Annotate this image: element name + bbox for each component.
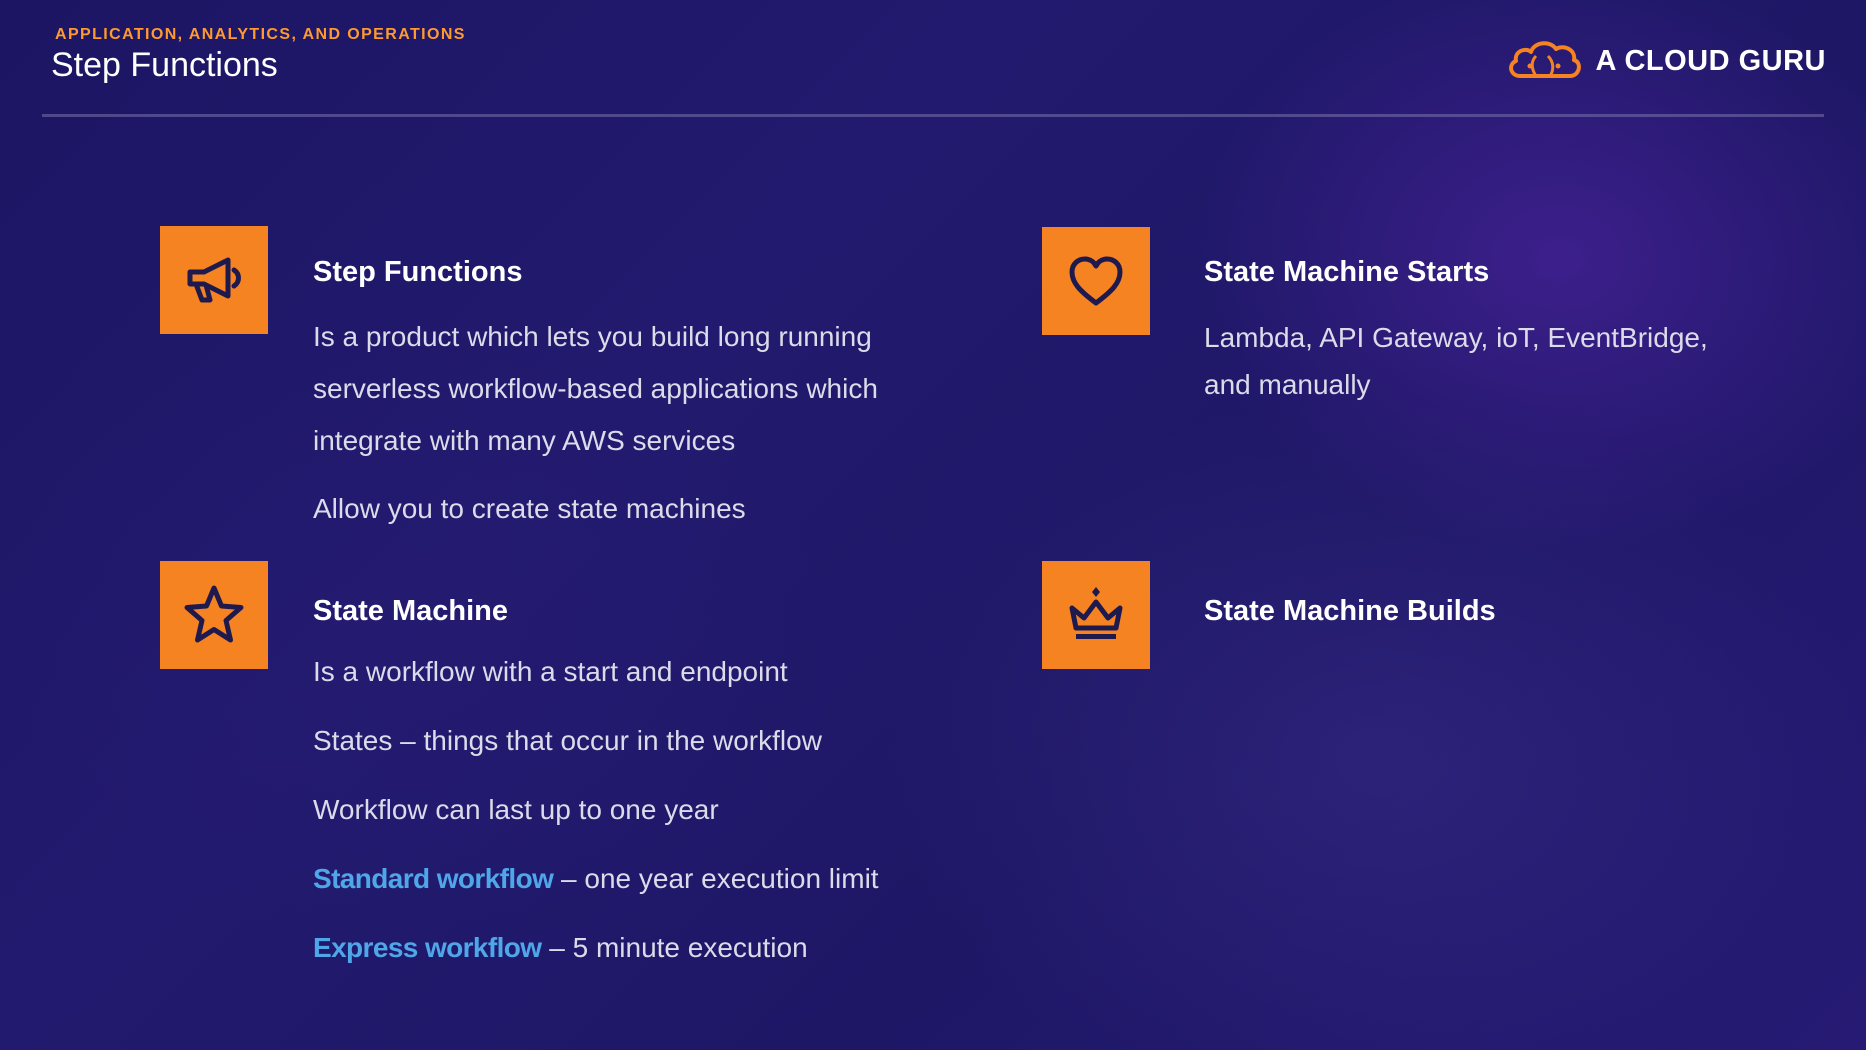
- description-line: integrate with many AWS services: [313, 425, 736, 456]
- description-line: and manually: [1204, 369, 1371, 400]
- state-machine-starts-heading: State Machine Starts: [1204, 256, 1490, 288]
- state-machine-item: Is a workflow with a start and endpoint: [313, 656, 788, 687]
- state-machine-heading: State Machine: [313, 595, 508, 627]
- cloud-logo-icon: [1506, 36, 1582, 87]
- section-eyebrow: APPLICATION, ANALYTICS, AND OPERATIONS: [55, 26, 466, 43]
- state-machine-starts-description: Lambda, API Gateway, ioT, EventBridge, a…: [1204, 314, 1708, 408]
- step-functions-description: Is a product which lets you build long r…: [313, 311, 878, 467]
- brand-name: A CLOUD GURU: [1595, 45, 1826, 77]
- state-machine-item: Workflow can last up to one year: [313, 794, 719, 825]
- crown-icon: [1042, 561, 1150, 669]
- standard-workflow-text: – one year execution limit: [553, 863, 879, 894]
- state-machine-item: States – things that occur in the workfl…: [313, 725, 822, 756]
- express-workflow-text: – 5 minute execution: [541, 932, 808, 963]
- express-workflow-item: Express workflow – 5 minute execution: [313, 932, 808, 964]
- description-line: Lambda, API Gateway, ioT, EventBridge,: [1204, 322, 1708, 353]
- page-title: Step Functions: [51, 46, 278, 84]
- star-icon: [160, 561, 268, 669]
- step-functions-heading: Step Functions: [313, 256, 523, 288]
- standard-workflow-item: Standard workflow – one year execution l…: [313, 863, 879, 895]
- brand-logo: A CLOUD GURU: [1506, 36, 1826, 87]
- megaphone-icon: [160, 226, 268, 334]
- header-divider: [42, 114, 1824, 117]
- description-line: Is a product which lets you build long r…: [313, 321, 872, 352]
- standard-workflow-label: Standard workflow: [313, 863, 554, 894]
- description-line: serverless workflow-based applications w…: [313, 373, 878, 404]
- heart-icon: [1042, 227, 1150, 335]
- step-functions-extra: Allow you to create state machines: [313, 493, 746, 524]
- express-workflow-label: Express workflow: [313, 932, 542, 963]
- state-machine-builds-heading: State Machine Builds: [1204, 595, 1496, 627]
